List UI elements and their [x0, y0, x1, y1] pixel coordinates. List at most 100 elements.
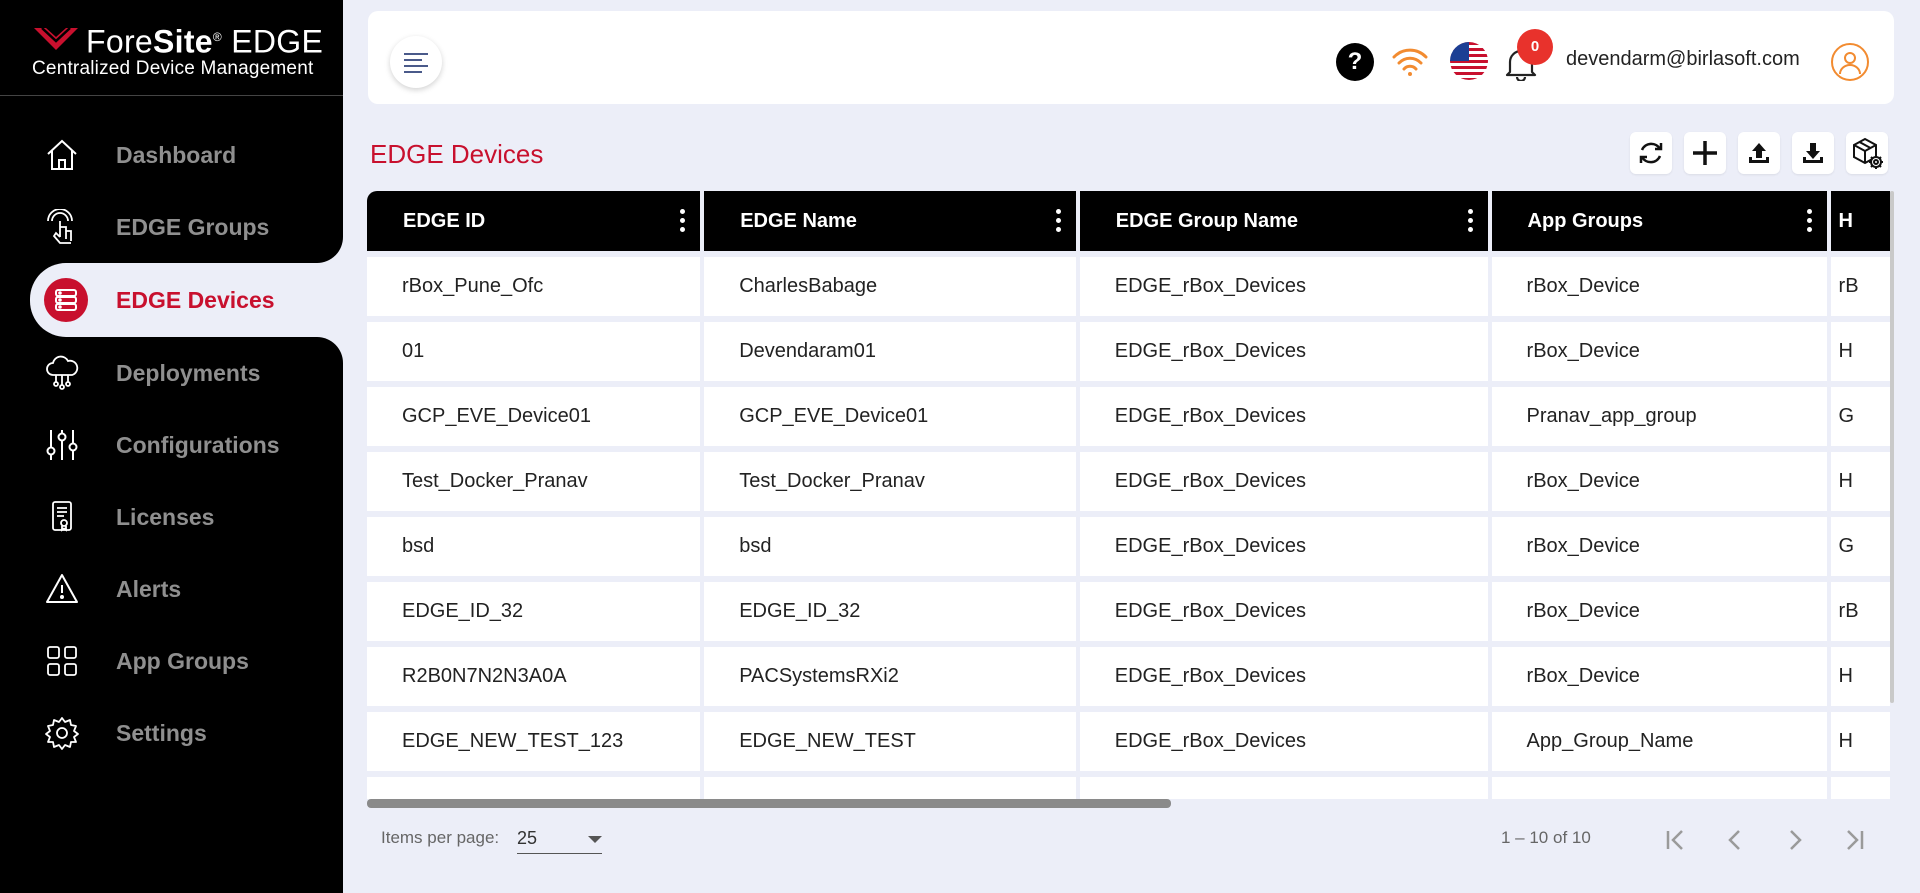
- sidebar-item-app-groups[interactable]: App Groups: [0, 625, 343, 697]
- help-button[interactable]: ?: [1336, 43, 1374, 81]
- language-flag-icon[interactable]: [1450, 42, 1488, 80]
- sidebar-item-label: Dashboard: [116, 141, 237, 168]
- vertical-scrollbar[interactable]: [1890, 191, 1894, 703]
- cell-app-groups: Pranav_app_group: [1491, 387, 1827, 446]
- home-icon: [44, 137, 80, 173]
- refresh-button[interactable]: [1630, 132, 1672, 174]
- sidebar-item-edge-devices[interactable]: EDGE Devices: [30, 263, 343, 337]
- upload-button[interactable]: [1738, 132, 1780, 174]
- sidebar-item-alerts[interactable]: Alerts: [0, 553, 343, 625]
- sidebar-item-label: Deployments: [116, 359, 261, 386]
- items-per-page-label: Items per page:: [381, 828, 500, 847]
- brand-name: ForeSite® EDGE: [86, 23, 324, 60]
- chevron-left-icon: [1728, 830, 1740, 850]
- wifi-icon: [1392, 48, 1428, 76]
- server-icon: [44, 278, 88, 322]
- cell-edge-id: bsd: [367, 517, 701, 576]
- sidebar-item-label: Alerts: [116, 575, 182, 602]
- sidebar: ForeSite® EDGE Centralized Device Manage…: [0, 0, 343, 893]
- cell-edge-group-name: EDGE_rBox_Devices: [1079, 322, 1488, 381]
- table-row[interactable]: GCP_EVE_Device01 GCP_EVE_Device01 EDGE_rBo…: [367, 387, 1890, 446]
- cell-edge-name: bsd: [704, 517, 1076, 576]
- first-page-icon: [1666, 830, 1683, 850]
- table-row[interactable]: R2B0N7N2N3A0A PACSystemsRXi2 EDGE_rBox_Dev…: [367, 647, 1890, 706]
- last-page-icon: [1847, 830, 1864, 850]
- cell-edge-id: EDGE_NEW_TEST_123: [367, 712, 701, 771]
- cell-partial: H: [1830, 452, 1890, 511]
- cell-app-groups: rBox_Device: [1491, 582, 1827, 641]
- avatar[interactable]: [1831, 43, 1869, 81]
- sidebar-item-licenses[interactable]: Licenses: [0, 481, 343, 553]
- page-title: EDGE Devices: [370, 139, 544, 169]
- next-page-button[interactable]: [1775, 820, 1815, 860]
- plus-icon: [1693, 141, 1717, 165]
- cell-app-groups: App_Group_Name: [1491, 712, 1827, 771]
- table-row[interactable]: rBox_Pune_Ofc CharlesBabage EDGE_rBox_Devi…: [367, 257, 1890, 316]
- cell-edge-id: Test_Docker_Pranav: [367, 452, 701, 511]
- add-device-button[interactable]: [1684, 132, 1726, 174]
- cell-edge-id: EDGE_ID_32: [367, 582, 701, 641]
- foresite-logo-icon: [34, 27, 78, 50]
- chevron-down-icon: [588, 836, 602, 843]
- sidebar-item-configurations[interactable]: Configurations: [0, 409, 343, 481]
- cell-partial: H: [1830, 712, 1890, 771]
- hamburger-icon: [404, 53, 428, 73]
- cell-edge-group-name: EDGE_rBox_Devices: [1079, 257, 1488, 316]
- cell-edge-id: 01: [367, 322, 701, 381]
- table-row[interactable]: Test_Docker_Pranav Test_Docker_Pranav EDGE…: [367, 452, 1890, 511]
- column-menu-icon[interactable]: [1806, 209, 1813, 233]
- column-header-edge-name[interactable]: EDGE Name: [704, 191, 1076, 251]
- user-email[interactable]: devendarm@birlasoft.com: [1566, 48, 1800, 71]
- cell-edge-name: EDGE_ID_32: [704, 582, 1076, 641]
- menu-toggle-button[interactable]: [390, 36, 442, 88]
- download-button[interactable]: [1792, 132, 1834, 174]
- sidebar-item-deployments[interactable]: Deployments: [0, 337, 343, 409]
- column-header-edge-group-name[interactable]: EDGE Group Name: [1079, 191, 1488, 251]
- download-icon: [1803, 143, 1823, 163]
- cell-app-groups: rBox_Device: [1491, 517, 1827, 576]
- table-row[interactable]: bsd bsd EDGE_rBox_Devices rBox_Device G: [367, 517, 1890, 576]
- items-per-page-select[interactable]: 25: [517, 824, 602, 854]
- table-toolbar: [1630, 132, 1888, 174]
- table-row[interactable]: 01 Devendaram01 EDGE_rBox_Devices rBox_Devi…: [367, 322, 1890, 381]
- horizontal-scrollbar[interactable]: [367, 799, 1894, 808]
- previous-page-button[interactable]: [1715, 820, 1755, 860]
- devices-table: EDGE ID EDGE Name EDGE Group Name App Gr…: [367, 191, 1894, 805]
- cell-edge-group-name: EDGE_rBox_Devices: [1079, 647, 1488, 706]
- table-row[interactable]: EDGE_NEW_TEST_123 EDGE_NEW_TEST EDGE_rBox_…: [367, 712, 1890, 771]
- cell-partial: H: [1830, 322, 1890, 381]
- sidebar-nav: Dashboard EDGE Groups EDGE Devices Deplo…: [0, 119, 343, 769]
- cell-edge-name: EDGE_NEW_TEST: [704, 712, 1076, 771]
- package-gear-icon: [1853, 137, 1883, 169]
- brand-subtitle: Centralized Device Management: [32, 58, 314, 79]
- items-per-page-value: 25: [517, 828, 538, 848]
- cell-edge-group-name: EDGE_rBox_Devices: [1079, 582, 1488, 641]
- sidebar-item-edge-groups[interactable]: EDGE Groups: [0, 191, 343, 263]
- scrollbar-thumb[interactable]: [367, 799, 1171, 808]
- column-menu-icon[interactable]: [1467, 209, 1474, 233]
- cell-partial: rB: [1830, 257, 1890, 316]
- column-menu-icon[interactable]: [1055, 209, 1062, 233]
- paginator: Items per page: 25 1 – 10 of 10: [367, 810, 1894, 870]
- cell-app-groups: rBox_Device: [1491, 257, 1827, 316]
- sidebar-item-label: Configurations: [116, 431, 280, 458]
- sidebar-item-label: EDGE Groups: [116, 213, 270, 240]
- column-menu-icon[interactable]: [680, 209, 686, 233]
- devices-table-container: EDGE ID EDGE Name EDGE Group Name App Gr…: [367, 191, 1894, 805]
- first-page-button[interactable]: [1655, 820, 1695, 860]
- column-header-partial[interactable]: H: [1830, 191, 1890, 251]
- cloud-network-icon: [44, 355, 80, 391]
- last-page-button[interactable]: [1835, 820, 1875, 860]
- cell-edge-id: rBox_Pune_Ofc: [367, 257, 701, 316]
- package-settings-button[interactable]: [1846, 132, 1888, 174]
- table-row[interactable]: EDGE_ID_32 EDGE_ID_32 EDGE_rBox_Devices rBo…: [367, 582, 1890, 641]
- column-header-edge-id[interactable]: EDGE ID: [367, 191, 701, 251]
- gear-icon: [44, 715, 80, 751]
- sidebar-item-dashboard[interactable]: Dashboard: [0, 119, 343, 191]
- column-header-app-groups[interactable]: App Groups: [1491, 191, 1827, 251]
- sidebar-item-label: Settings: [116, 719, 207, 746]
- cell-app-groups: rBox_Device: [1491, 452, 1827, 511]
- license-icon: [44, 499, 80, 535]
- sidebar-item-label: Licenses: [116, 503, 215, 530]
- sidebar-item-settings[interactable]: Settings: [0, 697, 343, 769]
